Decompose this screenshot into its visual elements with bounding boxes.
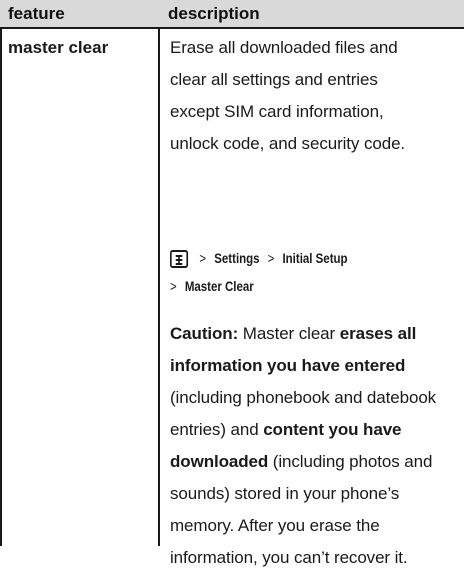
path-item-initial-setup: Initial Setup bbox=[282, 250, 348, 266]
menu-path-line-1: > Settings > Initial Setup bbox=[170, 248, 348, 269]
path-item-settings: Settings bbox=[214, 250, 260, 266]
intro-line: unlock code, and security code. bbox=[170, 134, 406, 153]
table-header-row: feature description bbox=[0, 0, 464, 27]
caution-text: Master clear bbox=[238, 324, 340, 343]
menu-key-icon bbox=[170, 250, 189, 269]
column-divider bbox=[158, 29, 160, 546]
header-feature: feature bbox=[8, 4, 65, 23]
menu-path-line-2: > Master Clear bbox=[170, 276, 254, 296]
table-left-border bbox=[0, 29, 2, 546]
path-item-master-clear: Master Clear bbox=[184, 278, 254, 294]
caution-paragraph: Caution: Master clear erases all informa… bbox=[170, 318, 454, 574]
header-rule bbox=[0, 27, 464, 29]
path-separator: > bbox=[199, 250, 207, 266]
path-separator: > bbox=[170, 278, 177, 294]
feature-name-master-clear: master clear bbox=[8, 38, 109, 57]
intro-line: clear all settings and entries bbox=[170, 70, 378, 89]
path-separator: > bbox=[267, 250, 275, 266]
description-intro: Erase all downloaded files and clear all… bbox=[170, 32, 454, 160]
feature-table: feature description master clear Erase a… bbox=[0, 0, 464, 567]
intro-line: except SIM card information, bbox=[170, 102, 384, 121]
intro-line: Erase all downloaded files and bbox=[170, 38, 398, 57]
header-description: description bbox=[168, 4, 260, 23]
caution-label: Caution: bbox=[170, 324, 239, 343]
